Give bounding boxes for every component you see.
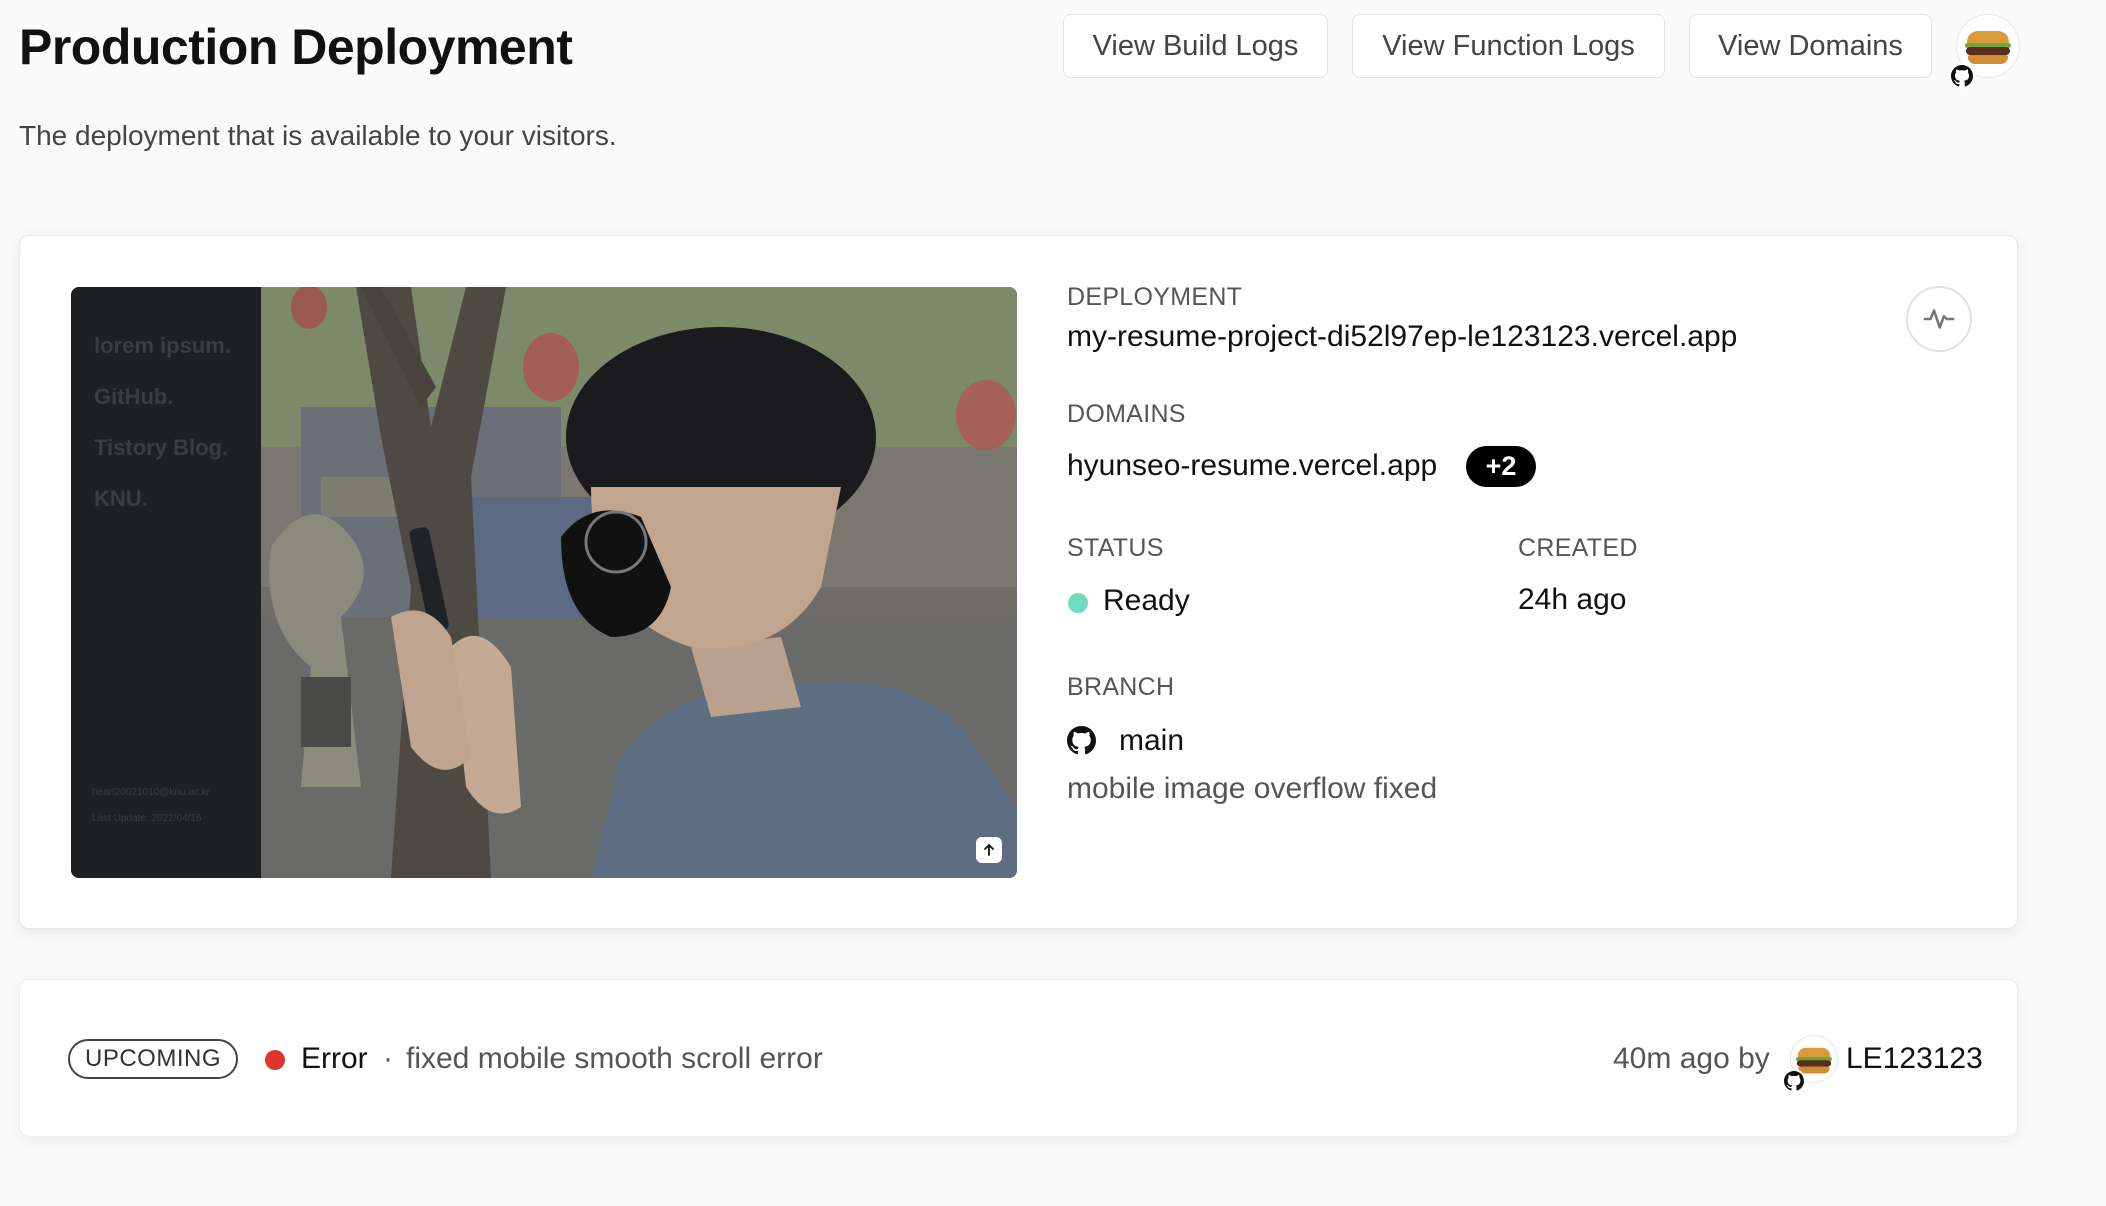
page-title: Production Deployment [19,19,573,75]
production-deployment-card: lorem ipsum. GitHub. Tistory Blog. KNU. … [19,235,2018,929]
preview-footer-email: heart20021010@knu.ac.kr [92,787,211,798]
preview-photo [261,287,1017,878]
more-domains-badge[interactable]: +2 [1466,446,1536,487]
preview-nav-item: Tistory Blog. [94,435,229,460]
preview-nav-item: GitHub. [94,384,174,409]
upload-arrow-icon[interactable] [976,837,1002,863]
github-icon [1067,726,1096,760]
preview-nav-item: lorem ipsum. [94,333,231,358]
author-name[interactable]: LE123123 [1846,1042,1983,1076]
status-label: STATUS [1067,534,1164,562]
separator: · [383,1042,393,1075]
status-value: Ready [1103,584,1190,617]
author-avatar[interactable] [1782,1035,1838,1093]
view-function-logs-button[interactable]: View Function Logs [1352,14,1665,78]
burger-avatar-icon [1965,31,2011,65]
upcoming-badge: UPCOMING [68,1039,238,1079]
deployment-url-link[interactable]: my-resume-project-di52l97ep-le123123.ver… [1067,320,1737,354]
view-domains-button[interactable]: View Domains [1689,14,1932,78]
upcoming-time: 40m ago by [1613,1042,1770,1075]
domains-label: DOMAINS [1067,400,1186,428]
deployment-preview[interactable]: lorem ipsum. GitHub. Tistory Blog. KNU. … [71,287,1017,878]
upcoming-commit-message: fixed mobile smooth scroll error [406,1042,823,1075]
preview-footer-update: Last Update: 2022/04/16 [92,813,202,824]
branch-label: BRANCH [1067,673,1175,701]
github-icon [1782,1069,1806,1093]
commit-message[interactable]: mobile image overflow fixed [1067,772,1437,806]
branch-link[interactable]: main [1119,724,1184,758]
created-value: 24h ago [1518,583,1627,616]
status-ready-dot [1068,593,1088,613]
github-icon [1949,63,1975,89]
deployment-label: DEPLOYMENT [1067,283,1243,311]
preview-nav-item: KNU. [94,486,148,511]
view-build-logs-button[interactable]: View Build Logs [1063,14,1328,78]
page-subtitle: The deployment that is available to your… [19,120,617,151]
domain-link[interactable]: hyunseo-resume.vercel.app [1067,449,1437,483]
preview-sidebar: lorem ipsum. GitHub. Tistory Blog. KNU. … [71,287,261,878]
status-error-dot [265,1050,285,1070]
created-label: CREATED [1518,534,1638,562]
user-avatar[interactable] [1949,14,2020,89]
activity-icon[interactable] [1906,286,1972,352]
upcoming-status: Error [301,1042,368,1075]
upcoming-deployment-card[interactable]: UPCOMING Error · fixed mobile smooth scr… [19,979,2018,1137]
